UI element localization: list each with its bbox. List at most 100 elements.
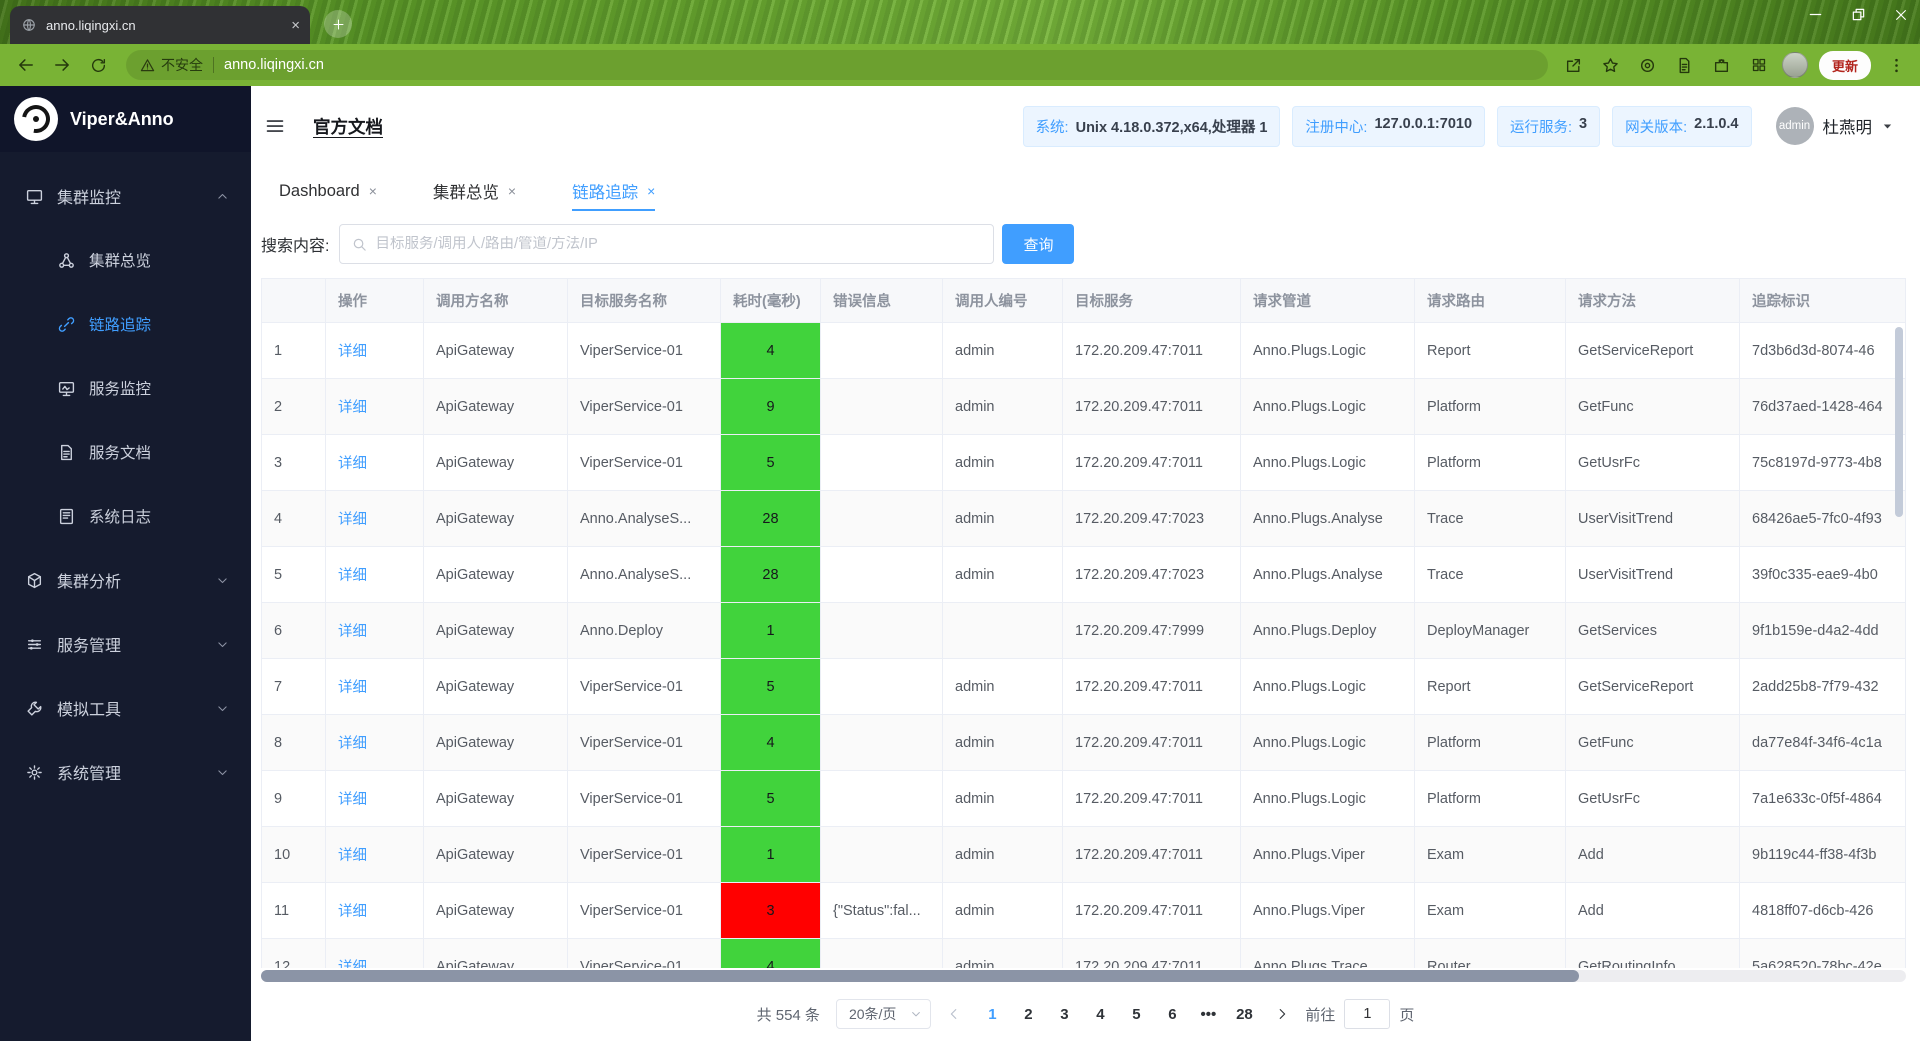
search-bar: 搜索内容: 查询 [251, 216, 1920, 278]
caller-name: ApiGateway [424, 827, 568, 883]
browser-menu-icon[interactable] [1882, 51, 1910, 79]
detail-link[interactable]: 详细 [338, 732, 367, 753]
share-icon[interactable] [1560, 51, 1588, 79]
extensions-puzzle-icon[interactable] [1708, 51, 1736, 79]
detail-link[interactable]: 详细 [338, 844, 367, 865]
hamburger-icon[interactable] [265, 116, 285, 136]
data-table: 操作 调用方名称 目标服务名称 耗时(毫秒) 错误信息 调用人编号 目标服务 请求管道 请求路由… [261, 278, 1906, 968]
url-text: anno.liqingxi.cn [224, 57, 324, 73]
browser-tab[interactable]: anno.liqingxi.cn × [10, 6, 310, 44]
sidebar-item-cluster-overview[interactable]: 集群总览 [0, 228, 251, 292]
request-pipeline: Anno.Plugs.Logic [1241, 715, 1415, 771]
sidebar-item-cluster-monitor[interactable]: 集群监控 [0, 164, 251, 228]
next-page-icon[interactable] [1275, 1007, 1289, 1021]
back-icon[interactable] [10, 49, 42, 81]
sidebar-item-cluster-analysis[interactable]: 集群分析 [0, 548, 251, 612]
page-number-1[interactable]: 1 [977, 999, 1007, 1029]
page-number-3[interactable]: 3 [1049, 999, 1079, 1029]
detail-link[interactable]: 详细 [338, 788, 367, 809]
operation-cell: 详细 [326, 715, 424, 771]
url-field[interactable]: 不安全 anno.liqingxi.cn [126, 50, 1548, 80]
trace-id: 7d3b6d3d-8074-46 [1740, 323, 1905, 379]
vertical-scrollbar-thumb[interactable] [1895, 327, 1903, 517]
page-ellipsis[interactable]: ••• [1193, 999, 1223, 1029]
service-icon [26, 636, 43, 653]
elapsed-ms-cell: 1 [721, 827, 821, 883]
query-button[interactable]: 查询 [1002, 224, 1075, 264]
target-service-address: 172.20.209.47:7011 [1063, 771, 1241, 827]
sidebar-item-service-monitor[interactable]: 服务监控 [0, 356, 251, 420]
error-info [821, 827, 943, 883]
trace-id: 7a1e633c-0f5f-4864 [1740, 771, 1905, 827]
page-number-5[interactable]: 5 [1121, 999, 1151, 1029]
forward-icon[interactable] [46, 49, 78, 81]
target-service-address: 172.20.209.47:7011 [1063, 715, 1241, 771]
tab-close-icon[interactable]: × [369, 183, 377, 199]
detail-link[interactable]: 详细 [338, 564, 367, 585]
caller-user: admin [943, 939, 1063, 968]
security-label: 不安全 [161, 57, 203, 73]
page-number-28[interactable]: 28 [1229, 999, 1259, 1029]
sidebar-item-service-manage[interactable]: 服务管理 [0, 612, 251, 676]
user-chip[interactable]: admin 杜燕明 [1775, 107, 1895, 145]
detail-link[interactable]: 详细 [338, 900, 367, 921]
column-header-7: 目标服务 [1063, 279, 1241, 323]
content-tab-trace[interactable]: 链路追踪 × [572, 166, 656, 216]
trace-id: 9b119c44-ff38-4f3b [1740, 827, 1905, 883]
column-header-11: 追踪标识 [1740, 279, 1905, 323]
horizontal-scrollbar [261, 970, 1906, 982]
tab-groups-icon[interactable] [1745, 51, 1773, 79]
official-docs-link[interactable]: 官方文档 [313, 114, 383, 139]
sidebar-item-trace[interactable]: 链路追踪 [0, 292, 251, 356]
extension-doc-icon[interactable] [1671, 51, 1699, 79]
target-service-address: 172.20.209.47:7999 [1063, 603, 1241, 659]
sidebar-item-service-docs[interactable]: 服务文档 [0, 420, 251, 484]
content-tab-cluster-overview[interactable]: 集群总览 × [433, 166, 516, 216]
browser-profile-avatar[interactable] [1781, 52, 1808, 78]
row-index: 9 [262, 771, 326, 827]
window-restore-icon[interactable] [1851, 7, 1866, 22]
window-minimize-icon[interactable] [1808, 7, 1823, 22]
request-method: GetRoutingInfo [1566, 939, 1740, 968]
badge-value: Unix 4.18.0.372,x64,处理器 1 [1075, 119, 1268, 136]
page-size-select[interactable]: 20条/页 [835, 999, 932, 1029]
table-row-2: 2 详细 ApiGateway ViperService-01 9 admin 172.20… [262, 379, 1905, 435]
page-number-2[interactable]: 2 [1013, 999, 1043, 1029]
window-close-icon[interactable] [1894, 8, 1908, 22]
new-tab-button[interactable] [324, 10, 352, 38]
content-tab-label: 链路追踪 [572, 184, 639, 202]
column-header-9: 请求路由 [1415, 279, 1566, 323]
sidebar-item-mock-tools[interactable]: 模拟工具 [0, 676, 251, 740]
goto-page-input[interactable] [1344, 999, 1391, 1029]
system-badge-3: 网关版本: 2.1.0.4 [1612, 105, 1752, 147]
detail-link[interactable]: 详细 [338, 508, 367, 529]
page-number-6[interactable]: 6 [1157, 999, 1187, 1029]
prev-page-icon[interactable] [947, 1007, 961, 1021]
tab-close-icon[interactable]: × [647, 183, 655, 199]
reload-icon[interactable] [82, 49, 114, 81]
detail-link[interactable]: 详细 [338, 340, 367, 361]
chevron-down-icon [216, 766, 229, 779]
tab-close-icon[interactable]: × [291, 18, 300, 33]
detail-link[interactable]: 详细 [338, 396, 367, 417]
tab-close-icon[interactable]: × [508, 183, 516, 199]
target-service-address: 172.20.209.47:7023 [1063, 491, 1241, 547]
chevron-down-icon [216, 574, 229, 587]
detail-link[interactable]: 详细 [338, 620, 367, 641]
request-route: Report [1415, 323, 1566, 379]
target-service-address: 172.20.209.47:7011 [1063, 883, 1241, 939]
page-numbers: 1 2 3 4 5 6 ••• 28 [977, 999, 1259, 1029]
search-input[interactable] [375, 236, 982, 252]
detail-link[interactable]: 详细 [338, 452, 367, 473]
page-number-4[interactable]: 4 [1085, 999, 1115, 1029]
detail-link[interactable]: 详细 [338, 956, 367, 968]
detail-link[interactable]: 详细 [338, 676, 367, 697]
extension-circle-icon[interactable] [1634, 51, 1662, 79]
horizontal-scrollbar-thumb[interactable] [261, 970, 1579, 982]
sidebar-item-system-logs[interactable]: 系统日志 [0, 484, 251, 548]
sidebar-item-system-manage[interactable]: 系统管理 [0, 740, 251, 804]
error-info [821, 435, 943, 491]
content-tab-dashboard[interactable]: Dashboard × [279, 166, 377, 216]
bookmark-star-icon[interactable] [1597, 51, 1625, 79]
update-button[interactable]: 更新 [1818, 50, 1871, 80]
